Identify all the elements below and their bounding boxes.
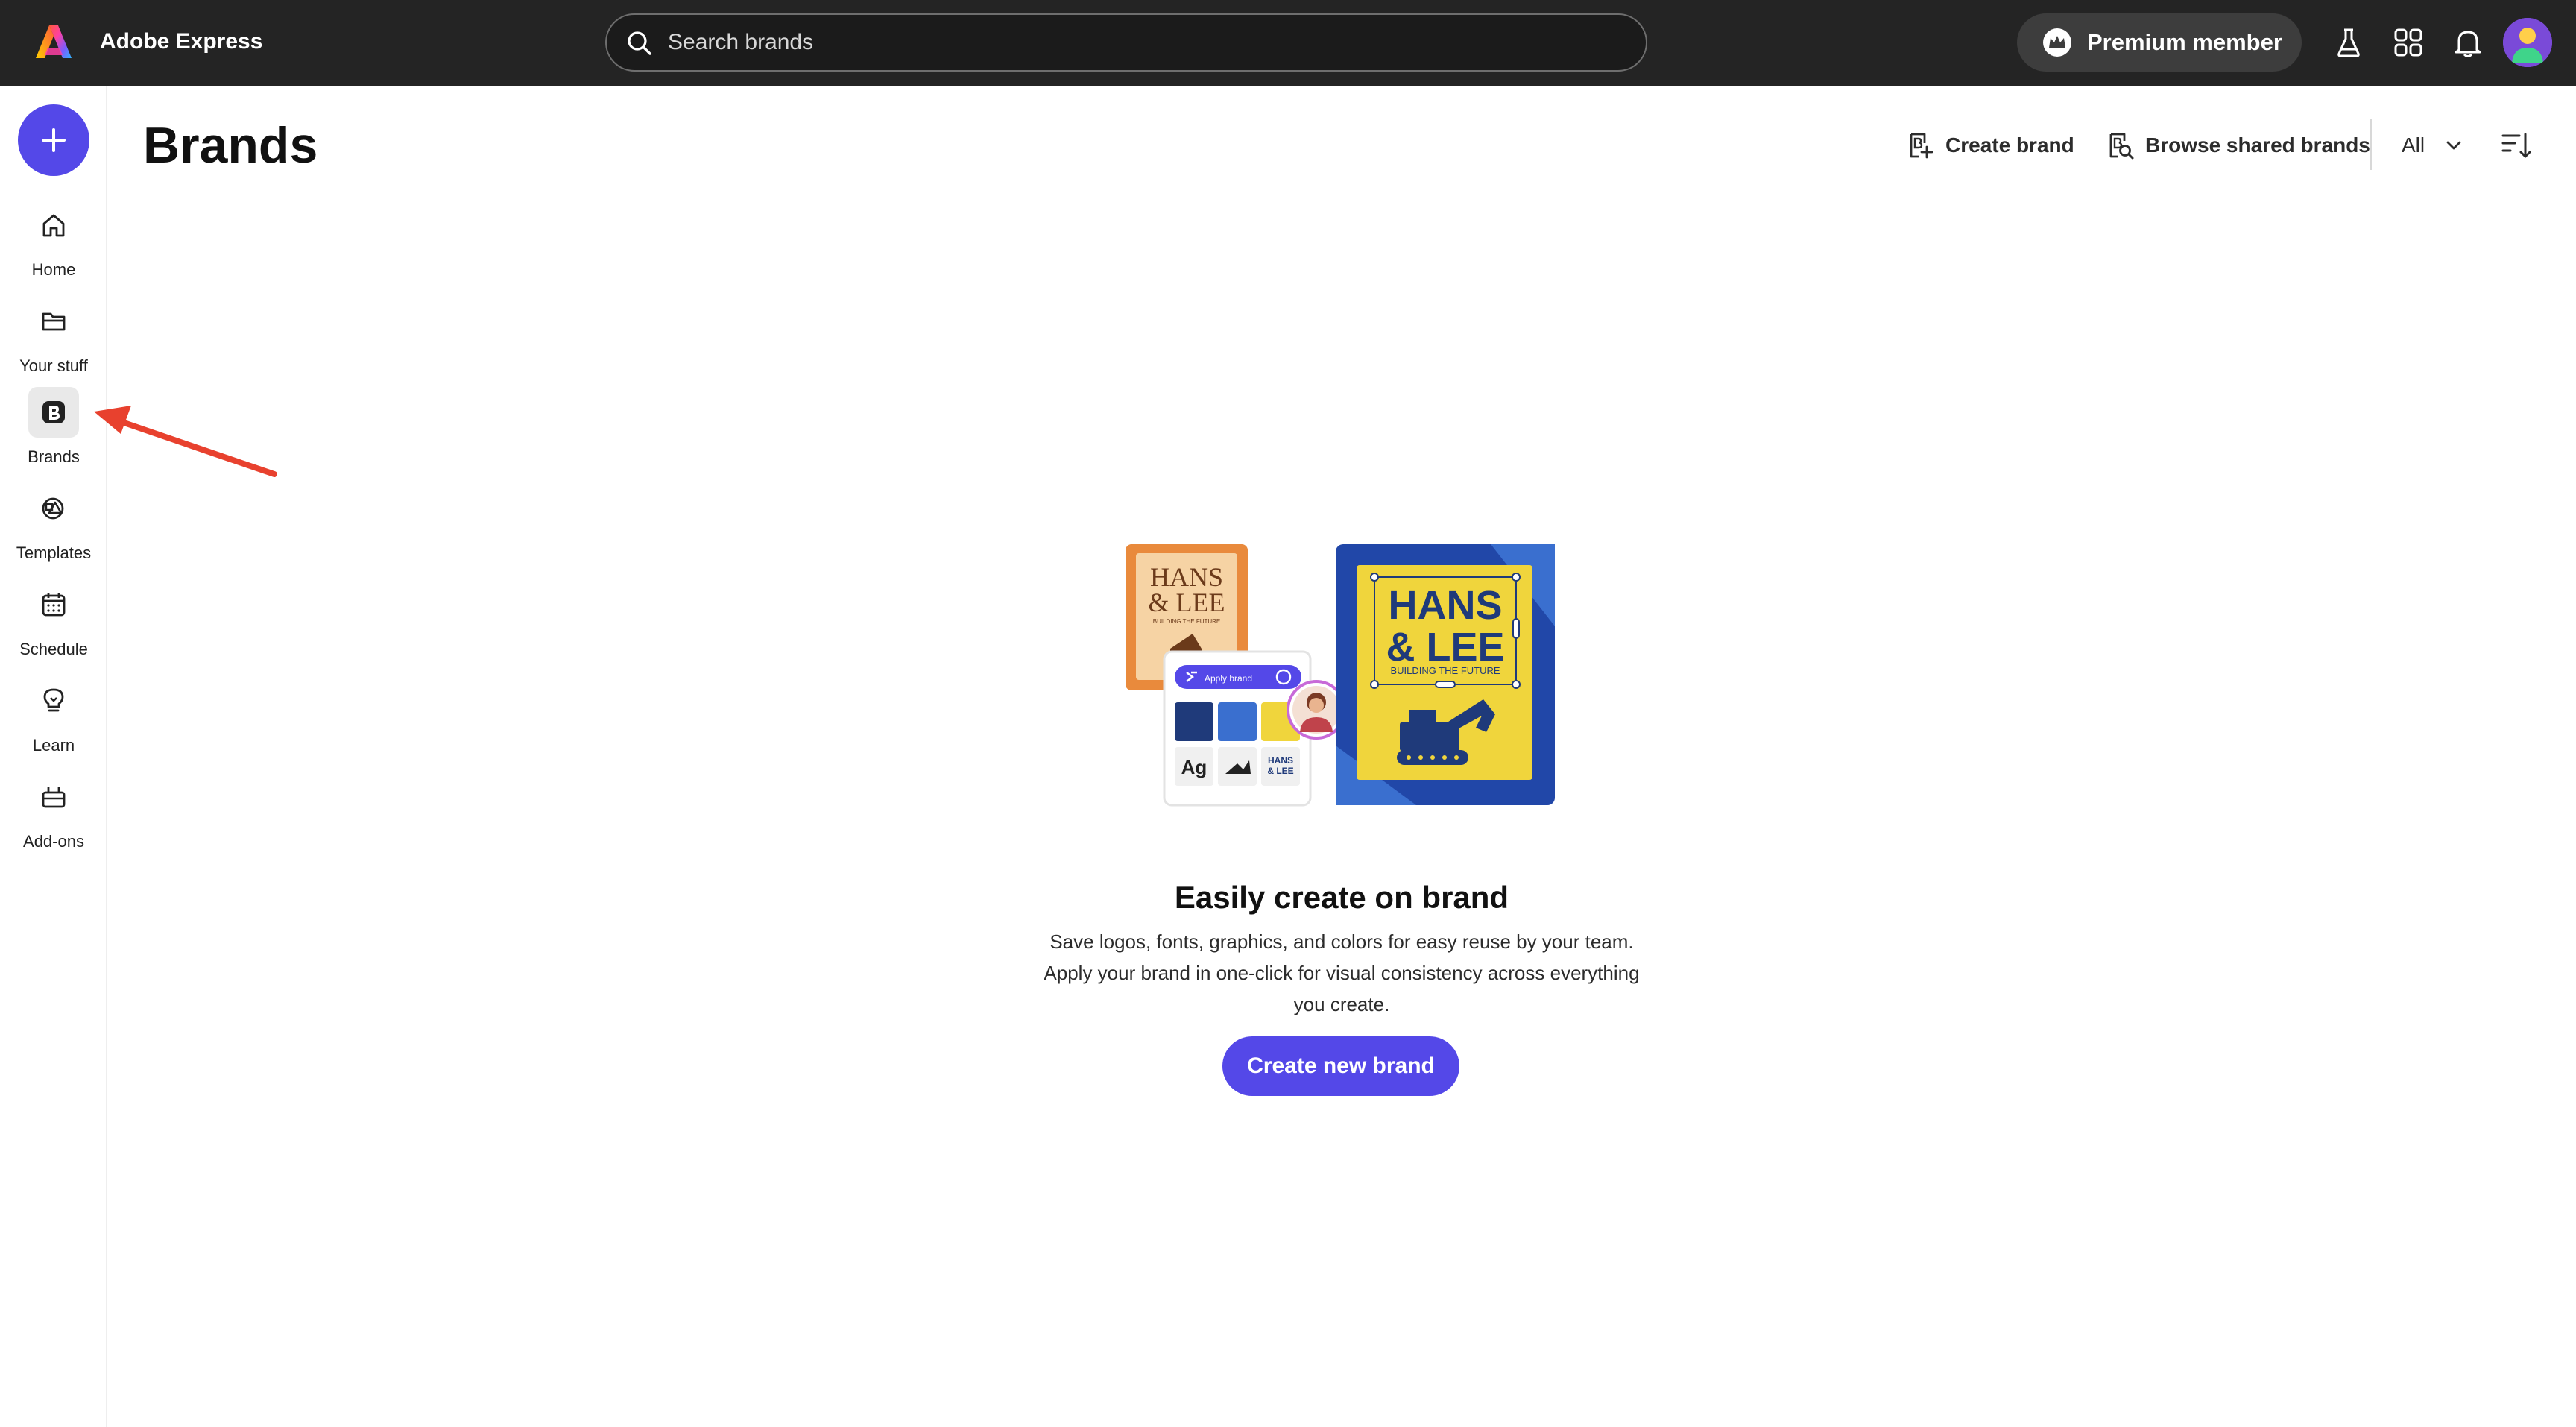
adobe-express-logo-icon[interactable]	[33, 21, 75, 63]
templates-icon	[42, 497, 64, 520]
sidebar-item-label: Home	[31, 260, 76, 279]
create-button[interactable]	[18, 104, 89, 176]
nav-icon-box	[28, 483, 79, 534]
search-icon	[628, 31, 651, 55]
small-card-line2: & LEE	[1149, 588, 1225, 617]
sidebar: Home Your stuff Brands Templates Schedul…	[0, 86, 107, 1427]
sidebar-item-add-ons[interactable]: Add-ons	[0, 772, 107, 854]
search-input[interactable]	[668, 16, 1629, 69]
nav-icon-box	[28, 296, 79, 347]
lightbulb-icon	[43, 688, 64, 712]
chevron-down-icon	[2446, 141, 2461, 150]
create-new-brand-button[interactable]: Create new brand	[1222, 1036, 1459, 1096]
brand-b-icon	[42, 401, 65, 423]
plus-icon	[42, 128, 66, 152]
nav-icon-box	[28, 200, 79, 251]
nav-icon-box	[28, 675, 79, 726]
labs-icon[interactable]	[2332, 25, 2366, 60]
sidebar-item-label: Learn	[32, 736, 75, 755]
crown-icon	[2043, 28, 2071, 57]
apply-brand-panel: Apply brand Ag HANS & LEE	[1163, 650, 1312, 807]
apps-grid-icon[interactable]	[2391, 25, 2425, 60]
sort-icon[interactable]	[2498, 128, 2533, 163]
brand-illustration: HANS & LEE BUILDING THE FUTURE Apply bra…	[1126, 544, 1555, 807]
sidebar-item-label: Templates	[16, 544, 92, 562]
bell-icon[interactable]	[2451, 25, 2485, 60]
calendar-icon	[42, 593, 66, 617]
create-brand-icon	[1910, 133, 1933, 159]
sidebar-item-label: Your stuff	[19, 356, 88, 375]
annotation-arrow-icon	[94, 406, 277, 477]
app-name[interactable]: Adobe Express	[100, 25, 262, 58]
folder-icon	[42, 312, 66, 331]
create-brand-label: Create brand	[1945, 133, 2074, 157]
sidebar-item-learn[interactable]: Learn	[0, 675, 107, 757]
apply-brand-label: Apply brand	[1205, 673, 1252, 684]
big-brand-card: HANS & LEE BUILDING THE FUTURE	[1336, 544, 1555, 805]
top-bar: Adobe Express Premium member	[0, 0, 2576, 86]
nav-icon-box	[28, 387, 79, 438]
browse-brands-icon	[2109, 133, 2134, 160]
sidebar-item-your-stuff[interactable]: Your stuff	[0, 296, 107, 378]
sidebar-item-schedule[interactable]: Schedule	[0, 579, 107, 661]
premium-label: Premium member	[2087, 29, 2282, 55]
header-divider	[2370, 119, 2372, 170]
sidebar-item-templates[interactable]: Templates	[0, 483, 107, 565]
sidebar-item-label: Add-ons	[23, 832, 84, 851]
user-avatar-icon	[2503, 18, 2552, 67]
empty-state-title: Easily create on brand	[1174, 880, 1509, 915]
create-brand-button[interactable]: Create brand	[1905, 127, 2074, 164]
font-sample: Ag	[1181, 756, 1208, 778]
sidebar-item-label: Schedule	[19, 640, 88, 658]
page-title: Brands	[143, 117, 318, 174]
mini-logo-line2: & LEE	[1267, 766, 1293, 776]
sidebar-item-home[interactable]: Home	[0, 200, 107, 282]
big-card-line2: & LEE	[1386, 625, 1504, 670]
small-card-tagline: BUILDING THE FUTURE	[1153, 618, 1221, 625]
mini-logo-line1: HANS	[1268, 755, 1293, 766]
nav-icon-box	[28, 579, 79, 630]
browse-shared-brands-label: Browse shared brands	[2145, 133, 2370, 157]
empty-state-description: Save logos, fonts, graphics, and colors …	[1044, 930, 1640, 1015]
nav-icon-box	[28, 772, 79, 822]
premium-member-button[interactable]: Premium member	[2017, 13, 2302, 72]
big-card-line1: HANS	[1388, 583, 1502, 628]
home-icon	[42, 214, 65, 237]
filter-dropdown[interactable]: All	[2402, 127, 2463, 164]
addons-icon	[42, 787, 66, 808]
filter-value: All	[2402, 133, 2425, 157]
search-bar[interactable]	[605, 13, 1647, 72]
avatar[interactable]	[2503, 18, 2552, 67]
big-card-tagline: BUILDING THE FUTURE	[1390, 665, 1500, 676]
browse-shared-brands-button[interactable]: Browse shared brands	[2105, 127, 2370, 164]
